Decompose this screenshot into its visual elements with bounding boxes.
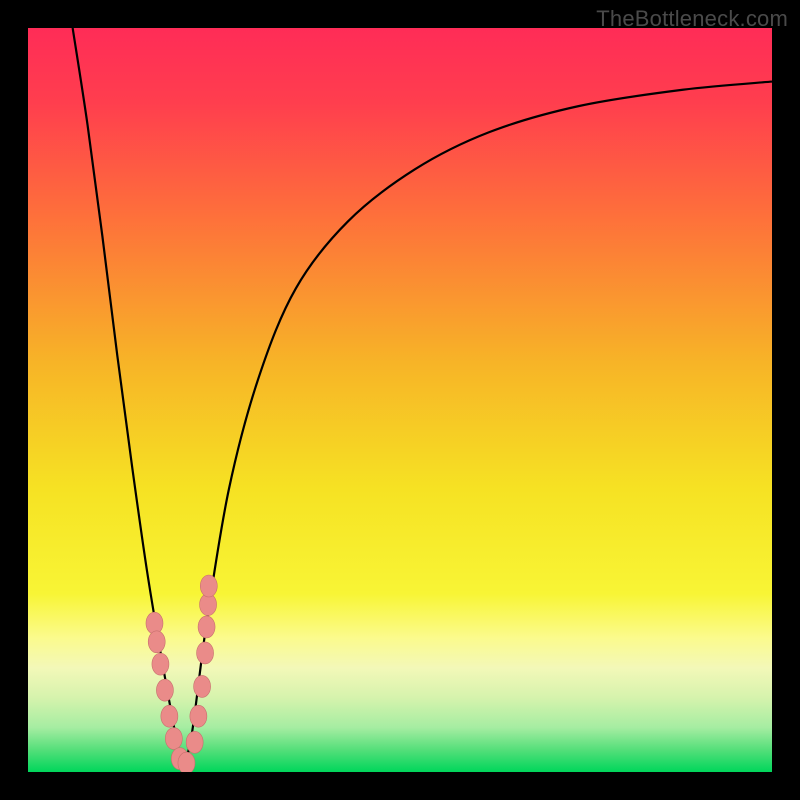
- curve-right-branch: [182, 82, 772, 772]
- marker-point: [198, 616, 215, 638]
- curve-layer: [28, 28, 772, 772]
- plot-area: [28, 28, 772, 772]
- marker-group: [146, 575, 217, 772]
- marker-point: [190, 705, 207, 727]
- marker-point: [186, 731, 203, 753]
- marker-point: [148, 631, 165, 653]
- watermark-label: TheBottleneck.com: [596, 6, 788, 32]
- marker-point: [197, 642, 214, 664]
- marker-point: [156, 679, 173, 701]
- marker-point: [161, 705, 178, 727]
- chart-stage: TheBottleneck.com: [0, 0, 800, 800]
- marker-point: [178, 752, 195, 772]
- marker-point: [194, 675, 211, 697]
- marker-point: [165, 728, 182, 750]
- marker-point: [200, 575, 217, 597]
- marker-point: [152, 653, 169, 675]
